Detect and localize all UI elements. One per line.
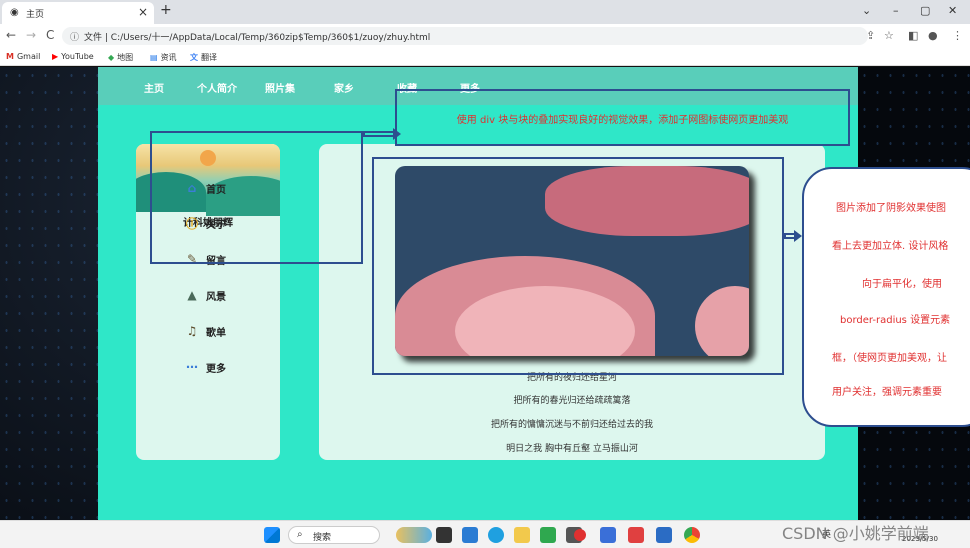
- maps-icon: ◆: [108, 53, 115, 62]
- nav-item[interactable]: 家乡: [334, 80, 354, 95]
- tab-title: 主页: [26, 10, 45, 20]
- folder-icon[interactable]: [514, 527, 530, 543]
- annotation-right-line: 图片添加了阴影效果使图: [836, 203, 946, 214]
- tab-close-icon[interactable]: ×: [138, 5, 148, 19]
- minimize-button[interactable]: –: [893, 4, 899, 17]
- info-icon[interactable]: ⓘ: [70, 30, 79, 43]
- app-word-icon[interactable]: [656, 527, 672, 543]
- bookmark-item[interactable]: M Gmail: [6, 52, 40, 61]
- annotation-right-line: 框，（使网页更加美观，让: [832, 353, 947, 364]
- vscode-icon[interactable]: [462, 527, 478, 543]
- address-bar: ← → C ⓘ 文件 | C:/Users/十一/AppData/Local/T…: [0, 24, 970, 48]
- annotation-box-top: 使用 div 块与块的叠加实现良好的视觉效果，添加子网图标使网页更加美观: [395, 89, 850, 146]
- sidebar-item[interactable]: ♫ 歌单: [184, 323, 226, 339]
- annotation-right-line: 用户关注，强调元素重要: [832, 387, 942, 398]
- widget-icon[interactable]: [396, 527, 432, 543]
- profile-icon[interactable]: ●: [928, 29, 938, 42]
- sidebar-item-label: 更多: [206, 363, 226, 375]
- bookmark-item[interactable]: 文翻译: [190, 52, 217, 63]
- globe-icon: ◉: [10, 7, 19, 18]
- tab-search-icon[interactable]: ⌄: [862, 4, 871, 17]
- bookmark-label: Gmail: [16, 52, 41, 61]
- annotation-arrow: [363, 131, 393, 137]
- reload-button[interactable]: C: [46, 28, 54, 42]
- share-icon[interactable]: ⇪: [866, 29, 875, 42]
- taskbar-search-label: 搜索: [313, 533, 332, 543]
- song-icon: ♫: [186, 324, 198, 338]
- nav-item[interactable]: 照片集: [265, 80, 295, 95]
- gmail-icon: M: [6, 52, 14, 61]
- tab-bar: ◉ 主页 × + ⌄ – ▢ ✕: [0, 0, 970, 24]
- nav-item[interactable]: 个人简介: [197, 80, 237, 95]
- csdn-watermark: CSDN @小姚学前端: [782, 524, 929, 543]
- bookmark-label: YouTube: [61, 52, 94, 61]
- bookmark-item[interactable]: ▶ YouTube: [52, 52, 94, 61]
- edge-icon[interactable]: [488, 527, 504, 543]
- app-blue-icon[interactable]: [600, 527, 616, 543]
- search-icon: ⌕: [297, 529, 303, 540]
- url-prefix: 文件: [84, 33, 103, 43]
- youtube-icon: ▶: [52, 52, 59, 61]
- start-icon[interactable]: [264, 527, 280, 543]
- bookmark-item[interactable]: ◆ 地图: [108, 52, 133, 63]
- tab-home[interactable]: ◉ 主页 ×: [2, 2, 154, 24]
- annotation-right-panel: 图片添加了阴影效果使图 看上去更加立体. 设计风格 向于扁平化，使用 borde…: [802, 167, 970, 427]
- bookmark-item[interactable]: ▤ 资讯: [150, 52, 177, 63]
- taskbar-search[interactable]: ⌕ 搜索: [288, 526, 380, 544]
- url-text: C:/Users/十一/AppData/Local/Temp/360zip$Te…: [110, 33, 431, 43]
- sidebar-item-label: 风景: [206, 291, 226, 303]
- app-red-icon[interactable]: [628, 527, 644, 543]
- annotation-right-line: border-radius 设置元素: [840, 315, 951, 326]
- close-window-button[interactable]: ✕: [948, 4, 957, 17]
- sidebar-item-label: 歌单: [206, 327, 226, 339]
- news-icon: ▤: [150, 53, 158, 62]
- annotation-arrow: [784, 233, 794, 239]
- poem-line: 把所有的慵慵沉迷与不前归还给过去的我: [490, 420, 653, 430]
- sidebar-item[interactable]: ▲ 风景: [184, 287, 226, 303]
- translate-icon: 文: [190, 53, 198, 62]
- bookmark-label: 地图: [117, 53, 134, 62]
- back-button[interactable]: ←: [6, 28, 16, 42]
- annotation-box-photo: [372, 157, 784, 375]
- forward-button[interactable]: →: [26, 28, 36, 42]
- maximize-button[interactable]: ▢: [920, 4, 930, 17]
- bookmark-label: 资讯: [160, 53, 177, 62]
- nav-item[interactable]: 主页: [144, 80, 164, 95]
- chrome-icon[interactable]: [684, 527, 700, 543]
- annotation-box-sidebar: [150, 131, 363, 264]
- poem-line: 把所有的春光归还给疏疏篱落: [513, 396, 631, 406]
- record-icon[interactable]: [574, 529, 586, 541]
- taskview-icon[interactable]: [436, 527, 452, 543]
- sidepanel-icon[interactable]: ◧: [908, 29, 918, 42]
- new-tab-button[interactable]: +: [160, 2, 172, 18]
- sidebar-item[interactable]: ⋯ 更多: [184, 359, 226, 375]
- url-field[interactable]: ⓘ 文件 | C:/Users/十一/AppData/Local/Temp/36…: [62, 27, 868, 45]
- annotation-right-line: 看上去更加立体. 设计风格: [832, 241, 949, 252]
- more-icon: ⋯: [186, 360, 198, 374]
- menu-icon[interactable]: ⋮: [952, 29, 963, 42]
- poem-line: 明日之我 胸中有丘壑 立马振山河: [506, 444, 638, 454]
- annotation-arrowhead: [794, 230, 802, 242]
- app-green-icon[interactable]: [540, 527, 556, 543]
- annotation-top-text: 使用 div 块与块的叠加实现良好的视觉效果，添加子网图标使网页更加美观: [456, 115, 789, 126]
- bookmark-label: 翻译: [201, 53, 217, 62]
- bookmark-star-icon[interactable]: ☆: [884, 29, 894, 42]
- landscape-icon: ▲: [187, 288, 197, 302]
- bookmarks-bar: M Gmail ▶ YouTube ◆ 地图 ▤ 资讯 文翻译: [0, 48, 970, 66]
- annotation-right-line: 向于扁平化，使用: [862, 279, 942, 290]
